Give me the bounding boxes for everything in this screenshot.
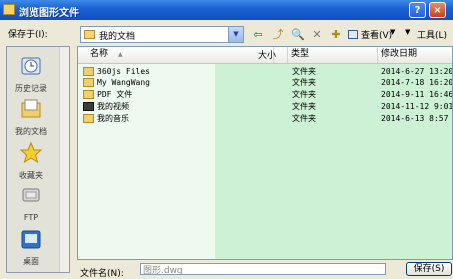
file-type: 文件夹	[292, 90, 316, 99]
file-row[interactable]: 我的音乐 文件夹 2014-6-13 8:57	[78, 113, 452, 125]
place-label: 桌面	[23, 257, 39, 266]
filename-input[interactable]: 图形.dwg	[140, 263, 386, 275]
file-date: 2014-9-11 16:46	[381, 90, 453, 99]
file-name: PDF 文件	[97, 90, 133, 99]
help-button[interactable]: ?	[409, 2, 426, 18]
desktop-icon	[21, 230, 41, 249]
list-header: 名称 ▲ 大小 类型 修改日期	[78, 47, 452, 64]
history-icon	[21, 57, 41, 75]
file-name: My WangWang	[97, 78, 150, 87]
folder-icon	[83, 78, 94, 87]
video-folder-icon	[83, 102, 94, 111]
new-folder-icon[interactable]: ✚	[327, 26, 345, 43]
music-folder-icon	[83, 114, 94, 123]
search-icon[interactable]: 🔍	[289, 26, 307, 43]
chevron-down-icon[interactable]: ▼	[390, 28, 395, 36]
lookin-label: 保存于(I):	[8, 30, 48, 40]
file-type: 文件夹	[292, 102, 316, 111]
view-icon[interactable]	[348, 30, 358, 39]
delete-icon[interactable]: ✕	[308, 26, 326, 43]
back-icon[interactable]: ⇦	[249, 26, 267, 43]
folder-icon	[83, 90, 94, 99]
places-scrollbar[interactable]	[59, 47, 69, 272]
column-size-divider	[274, 47, 288, 63]
save-button[interactable]: 保存(S)	[406, 262, 452, 276]
app-icon	[3, 4, 15, 15]
documents-icon	[21, 99, 41, 118]
places-bar: 历史记录 我的文档 收藏夹 FTP 桌面	[6, 46, 70, 273]
place-desktop[interactable]: 桌面	[7, 222, 53, 272]
column-name[interactable]: 名称	[78, 47, 274, 63]
chevron-down-icon[interactable]: ▼	[228, 27, 243, 42]
column-type[interactable]: 类型	[288, 47, 378, 63]
view-menu[interactable]: 查看(V)	[361, 28, 392, 41]
file-type: 文件夹	[292, 114, 316, 123]
up-folder-icon[interactable]: ⤴	[269, 26, 287, 43]
close-button[interactable]: ×	[429, 2, 446, 18]
file-date: 2014-11-12 9:01	[381, 102, 453, 111]
file-name: 我的视频	[97, 102, 129, 111]
file-name: 我的音乐	[97, 114, 129, 123]
filename-value: 图形.dwg	[143, 266, 183, 275]
sort-ascending-icon: ▲	[118, 51, 123, 58]
file-row[interactable]: PDF 文件 文件夹 2014-9-11 16:46	[78, 89, 453, 101]
file-list[interactable]: 名称 ▲ 大小 类型 修改日期 360js Files 文件夹 2014-6-2…	[77, 46, 453, 260]
ftp-icon	[22, 188, 40, 202]
window-title: 浏览图形文件	[19, 8, 79, 19]
column-date[interactable]: 修改日期	[378, 47, 452, 63]
tools-menu[interactable]: 工具(L)	[417, 28, 447, 41]
file-row[interactable]: My WangWang 文件夹 2014-7-18 16:20	[78, 77, 453, 89]
folder-icon	[84, 30, 95, 39]
file-date: 2014-7-18 16:20	[381, 78, 453, 87]
chevron-down-icon[interactable]: ▼	[405, 28, 410, 36]
file-row[interactable]: 我的视频 文件夹 2014-11-12 9:01	[78, 101, 453, 113]
lookin-dropdown[interactable]: 我的文档 ▼	[80, 26, 244, 43]
folder-icon	[83, 67, 94, 76]
file-date: 2014-6-13 8:57	[381, 114, 449, 123]
favorites-star-icon	[20, 142, 42, 164]
lookin-value: 我的文档	[99, 32, 136, 42]
place-label: FTP	[23, 213, 39, 222]
places-background: 历史记录 我的文档 收藏夹 FTP 桌面	[7, 47, 69, 272]
title-bar[interactable]: 浏览图形文件 ? ×	[0, 0, 453, 20]
file-type: 文件夹	[292, 78, 316, 87]
